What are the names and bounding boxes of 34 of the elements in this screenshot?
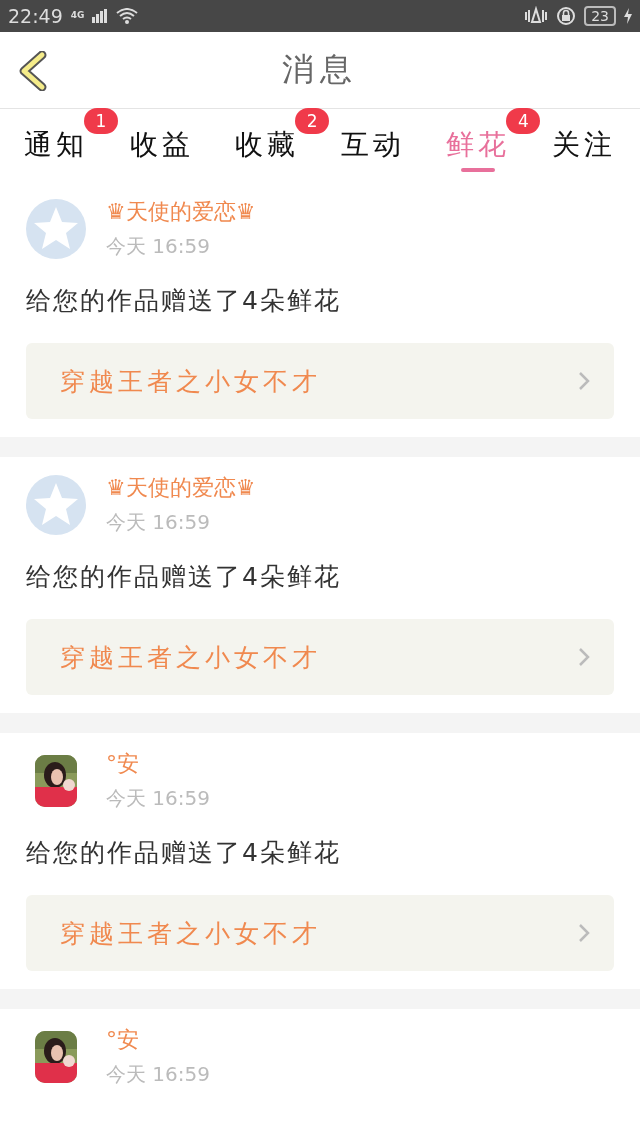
- book-title: 穿越王者之小女不才: [60, 917, 321, 950]
- chevron-right-icon: [578, 923, 590, 943]
- rotation-lock-icon: [556, 6, 577, 26]
- message-text: 给您的作品赠送了4朵鲜花: [26, 837, 342, 869]
- sender-name: °安: [106, 1026, 140, 1054]
- sender-name: ♛天使的爱恋♛: [106, 474, 256, 502]
- tab[interactable]: 互动: [340, 109, 405, 181]
- chevron-right-icon: [578, 647, 590, 667]
- message-text: 给您的作品赠送了4朵鲜花: [26, 285, 342, 317]
- message-text: 给您的作品赠送了4朵鲜花: [26, 561, 342, 593]
- vibrate-icon: [524, 6, 549, 26]
- clock: 22:49: [8, 5, 63, 27]
- battery-level: 23: [584, 6, 616, 26]
- tab[interactable]: 收益: [129, 109, 194, 181]
- message-time: 今天 16:59: [106, 233, 211, 260]
- sender-name: ♛天使的爱恋♛: [106, 198, 256, 226]
- page-title: 消息: [282, 49, 358, 90]
- signal-icon: [92, 9, 109, 23]
- tab[interactable]: 关注: [551, 109, 616, 181]
- chevron-right-icon: [578, 371, 590, 391]
- count-badge: 4: [506, 108, 541, 134]
- count-badge: 2: [295, 108, 330, 134]
- book-title: 穿越王者之小女不才: [60, 641, 321, 674]
- wifi-icon: [116, 8, 139, 24]
- sender-name: °安: [106, 750, 140, 778]
- count-badge: 1: [84, 108, 118, 134]
- network-type: 4G: [70, 10, 85, 20]
- message-time: 今天 16:59: [106, 509, 211, 536]
- book-title: 穿越王者之小女不才: [60, 365, 321, 398]
- charging-icon: [624, 8, 632, 24]
- message-time: 今天 16:59: [106, 1061, 210, 1088]
- default-avatar-icon: [26, 474, 86, 535]
- default-avatar-icon: [26, 198, 86, 259]
- message-time: 今天 16:59: [106, 785, 210, 812]
